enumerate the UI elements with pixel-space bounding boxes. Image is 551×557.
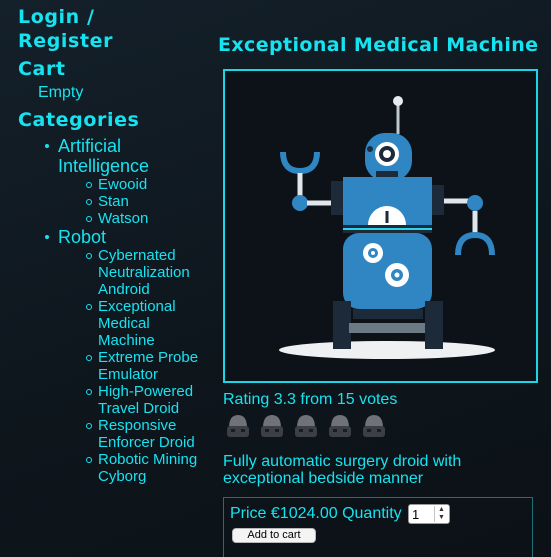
product-link-robotic-mining-cyborg[interactable]: Robotic Mining Cyborg bbox=[98, 451, 208, 485]
subcategory-item: High-Powered Travel Droid bbox=[86, 383, 208, 417]
circle-bullet-icon bbox=[86, 216, 92, 222]
category-list: Artificial Intelligence Ewooid Stan Wats… bbox=[45, 136, 208, 485]
robot-head-icon[interactable] bbox=[325, 411, 359, 441]
circle-bullet-icon bbox=[86, 389, 92, 395]
robot-illustration-icon bbox=[279, 96, 495, 359]
bullet-icon bbox=[45, 235, 49, 239]
subcategory-item: Cybernated Neutralization Android bbox=[86, 247, 208, 298]
product-link-exceptional-medical-machine[interactable]: Exceptional Medical Machine bbox=[98, 298, 208, 349]
circle-bullet-icon bbox=[86, 253, 92, 259]
category-item: Robot Cybernated Neutralization Android … bbox=[45, 227, 208, 485]
subcategory-item: Extreme Probe Emulator bbox=[86, 349, 208, 383]
cart-status: Empty bbox=[38, 84, 84, 101]
categories-heading: Categories bbox=[18, 109, 140, 131]
cart-heading: Cart bbox=[18, 58, 66, 80]
rating-text: Rating 3.3 from 15 votes bbox=[223, 391, 398, 408]
add-to-cart-button[interactable]: Add to cart bbox=[232, 528, 316, 543]
spinner-arrows-icon[interactable]: ▲ ▼ bbox=[434, 506, 448, 522]
product-link-ewooid[interactable]: Ewooid bbox=[98, 176, 208, 193]
product-link-high-powered-travel-droid[interactable]: High-Powered Travel Droid bbox=[98, 383, 208, 417]
subcategory-item: Responsive Enforcer Droid bbox=[86, 417, 208, 451]
circle-bullet-icon bbox=[86, 355, 92, 361]
circle-bullet-icon bbox=[86, 199, 92, 205]
robot-head-icon[interactable] bbox=[257, 411, 291, 441]
product-image bbox=[223, 69, 538, 383]
subcategory-item: Stan bbox=[86, 193, 208, 210]
product-link-stan[interactable]: Stan bbox=[98, 193, 208, 210]
product-link-cybernated-neutralization-android[interactable]: Cybernated Neutralization Android bbox=[98, 247, 208, 298]
circle-bullet-icon bbox=[86, 457, 92, 463]
product-link-responsive-enforcer-droid[interactable]: Responsive Enforcer Droid bbox=[98, 417, 208, 451]
subcategory-item: Watson bbox=[86, 210, 208, 227]
circle-bullet-icon bbox=[86, 423, 92, 429]
subcategory-list: Cybernated Neutralization Android Except… bbox=[58, 247, 208, 485]
quantity-value: 1 bbox=[412, 507, 420, 522]
product-link-extreme-probe-emulator[interactable]: Extreme Probe Emulator bbox=[98, 349, 208, 383]
login-register-link[interactable]: Login / Register bbox=[18, 5, 148, 53]
circle-bullet-icon bbox=[86, 182, 92, 188]
subcategory-item: Exceptional Medical Machine bbox=[86, 298, 208, 349]
purchase-panel: Price €1024.00 Quantity 1 ▲ ▼ Add to cart bbox=[223, 497, 533, 557]
subcategory-list: Ewooid Stan Watson bbox=[58, 176, 208, 227]
robot-head-icon[interactable] bbox=[359, 411, 393, 441]
price-label: Price €1024.00 Quantity bbox=[230, 505, 402, 522]
subcategory-item: Ewooid bbox=[86, 176, 208, 193]
robot-head-icon[interactable] bbox=[291, 411, 325, 441]
subcategory-item: Robotic Mining Cyborg bbox=[86, 451, 208, 485]
category-item: Artificial Intelligence Ewooid Stan Wats… bbox=[45, 136, 208, 227]
circle-bullet-icon bbox=[86, 304, 92, 310]
quantity-stepper[interactable]: 1 ▲ ▼ bbox=[408, 504, 450, 524]
category-link-robot[interactable]: Robot bbox=[58, 227, 208, 247]
product-link-watson[interactable]: Watson bbox=[98, 210, 208, 227]
product-title: Exceptional Medical Machine bbox=[218, 34, 539, 56]
product-description: Fully automatic surgery droid with excep… bbox=[223, 453, 462, 487]
rating-stars bbox=[223, 411, 393, 441]
category-link-artificial-intelligence[interactable]: Artificial Intelligence bbox=[58, 136, 208, 176]
robot-head-icon[interactable] bbox=[223, 411, 257, 441]
bullet-icon bbox=[45, 144, 49, 148]
